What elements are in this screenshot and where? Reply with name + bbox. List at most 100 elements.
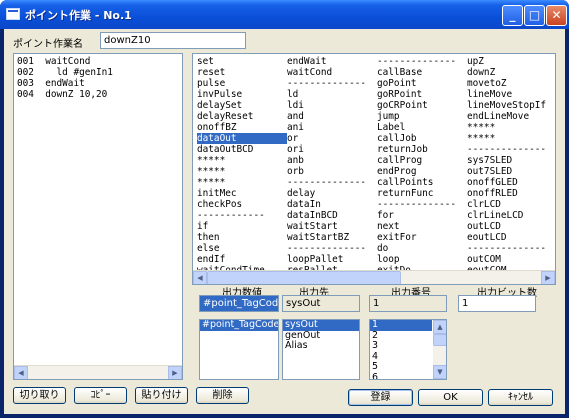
command-item[interactable]: goRPoint xyxy=(377,89,467,100)
title-bar[interactable]: ポイント作業 - No.1 _ □ ✕ xyxy=(0,0,569,29)
command-item[interactable]: onoffRLED xyxy=(467,188,555,199)
command-item[interactable]: waitCond xyxy=(287,67,377,78)
command-item[interactable]: next xyxy=(377,221,467,232)
register-button[interactable]: 登録 xyxy=(348,389,413,406)
command-item[interactable]: Label xyxy=(377,122,467,133)
output-number-list[interactable]: 1 2 3 4 5 6 7 ▲ ▼ xyxy=(369,319,447,380)
list-item[interactable]: 5 xyxy=(370,361,432,373)
list-item[interactable]: 6 xyxy=(370,372,432,379)
command-item[interactable]: clrLineLCD xyxy=(467,210,555,221)
command-item[interactable]: returnFunc xyxy=(377,188,467,199)
command-item[interactable]: ***** xyxy=(467,122,555,133)
list-item[interactable]: #point_TagCode xyxy=(200,320,278,331)
command-item[interactable]: onoffGLED xyxy=(467,177,555,188)
command-item[interactable]: dataOut xyxy=(197,133,287,144)
command-item[interactable]: anb xyxy=(287,155,377,166)
command-item[interactable]: -------------- xyxy=(287,243,377,254)
scroll-right-icon[interactable]: ▶ xyxy=(541,271,555,284)
command-item[interactable]: lineMoveStopIf xyxy=(467,100,555,111)
ok-button[interactable]: OK xyxy=(418,389,483,406)
scroll-left-icon[interactable]: ◀ xyxy=(14,366,28,379)
command-item[interactable]: upZ xyxy=(467,56,555,67)
command-item[interactable]: or xyxy=(287,133,377,144)
command-item[interactable]: ***** xyxy=(197,166,287,177)
command-item[interactable]: movetoZ xyxy=(467,78,555,89)
command-item[interactable]: goPoint xyxy=(377,78,467,89)
command-item[interactable]: jump xyxy=(377,111,467,122)
command-item[interactable]: -------------- xyxy=(287,78,377,89)
command-item[interactable]: callPoints xyxy=(377,177,467,188)
command-item[interactable]: pulse xyxy=(197,78,287,89)
command-item[interactable]: delaySet xyxy=(197,100,287,111)
command-item[interactable]: -------------- xyxy=(377,199,467,210)
command-item[interactable]: -------------- xyxy=(467,144,555,155)
command-item[interactable]: ld xyxy=(287,89,377,100)
list-item[interactable]: 4 xyxy=(370,351,432,363)
list-item[interactable]: Alias xyxy=(283,340,359,352)
command-item[interactable]: dataIn xyxy=(287,199,377,210)
command-item[interactable]: ***** xyxy=(197,177,287,188)
command-palette[interactable]: set reset pulse invPulse delaySet delayReset o… xyxy=(192,53,556,285)
program-list[interactable]: 001 waitCond 002 ld #genIn1 003 endWait … xyxy=(13,53,183,380)
output-bits-input[interactable]: 1 xyxy=(458,295,536,312)
command-item[interactable]: ***** xyxy=(197,155,287,166)
output-value-field[interactable]: #point_TagCode xyxy=(199,295,279,312)
program-line[interactable]: 004 downZ 10,20 xyxy=(17,89,113,100)
copy-button[interactable]: ｺﾋﾟｰ xyxy=(74,387,127,404)
command-item[interactable]: loopPallet xyxy=(287,254,377,265)
command-item[interactable]: if xyxy=(197,221,287,232)
command-item[interactable]: do xyxy=(377,243,467,254)
command-item[interactable]: downZ xyxy=(467,67,555,78)
program-hscroll[interactable]: ◀ ▶ xyxy=(14,365,182,379)
list-item[interactable]: 1 xyxy=(370,320,432,331)
command-item[interactable]: callJob xyxy=(377,133,467,144)
command-item[interactable]: delay xyxy=(287,188,377,199)
command-item[interactable]: outCOM xyxy=(467,254,555,265)
close-button[interactable]: ✕ xyxy=(546,5,567,26)
command-item[interactable]: ***** xyxy=(467,133,555,144)
command-item[interactable]: endWait xyxy=(287,56,377,67)
program-line[interactable]: 003 endWait xyxy=(17,78,113,89)
command-item[interactable]: onoffBZ xyxy=(197,122,287,133)
scroll-down-icon[interactable]: ▼ xyxy=(433,365,446,379)
command-item[interactable]: dataInBCD xyxy=(287,210,377,221)
command-item[interactable]: delayReset xyxy=(197,111,287,122)
scroll-right-icon[interactable]: ▶ xyxy=(168,366,182,379)
command-item[interactable]: lineMove xyxy=(467,89,555,100)
command-item[interactable]: waitStart xyxy=(287,221,377,232)
maximize-button[interactable]: □ xyxy=(524,5,545,26)
command-item[interactable]: ori xyxy=(287,144,377,155)
list-item[interactable]: 2 xyxy=(370,330,432,342)
command-item[interactable]: returnJob xyxy=(377,144,467,155)
list-item[interactable]: 3 xyxy=(370,340,432,352)
command-item[interactable]: ldi xyxy=(287,100,377,111)
point-name-input[interactable]: downZ10 xyxy=(100,32,246,49)
scroll-thumb[interactable] xyxy=(207,271,401,284)
command-item[interactable]: callProg xyxy=(377,155,467,166)
command-item[interactable]: sys7SLED xyxy=(467,155,555,166)
command-item[interactable]: endIf xyxy=(197,254,287,265)
list-item[interactable]: sysOut xyxy=(283,320,359,331)
command-item[interactable]: reset xyxy=(197,67,287,78)
delete-button[interactable]: 削除 xyxy=(196,387,249,404)
command-item[interactable]: goCRPoint xyxy=(377,100,467,111)
cancel-button[interactable]: ｷｬﾝｾﾙ xyxy=(488,389,553,406)
cut-button[interactable]: 切り取り xyxy=(13,387,66,404)
scroll-left-icon[interactable]: ◀ xyxy=(193,271,207,284)
command-item[interactable]: eoutLCD xyxy=(467,232,555,243)
program-line[interactable]: 001 waitCond xyxy=(17,56,113,67)
scroll-thumb[interactable] xyxy=(433,334,446,346)
command-item[interactable]: endLineMove xyxy=(467,111,555,122)
output-value-list[interactable]: #point_TagCode xyxy=(199,319,279,380)
program-line[interactable]: 002 ld #genIn1 xyxy=(17,67,113,78)
command-item[interactable]: then xyxy=(197,232,287,243)
command-item[interactable]: for xyxy=(377,210,467,221)
command-item[interactable]: ani xyxy=(287,122,377,133)
command-hscroll[interactable]: ◀ ▶ xyxy=(193,270,555,284)
command-item[interactable]: -------------- xyxy=(467,243,555,254)
command-item[interactable]: callBase xyxy=(377,67,467,78)
minimize-button[interactable]: _ xyxy=(502,5,523,26)
paste-button[interactable]: 貼り付け xyxy=(135,387,188,404)
command-item[interactable]: out7SLED xyxy=(467,166,555,177)
scroll-up-icon[interactable]: ▲ xyxy=(433,320,446,334)
